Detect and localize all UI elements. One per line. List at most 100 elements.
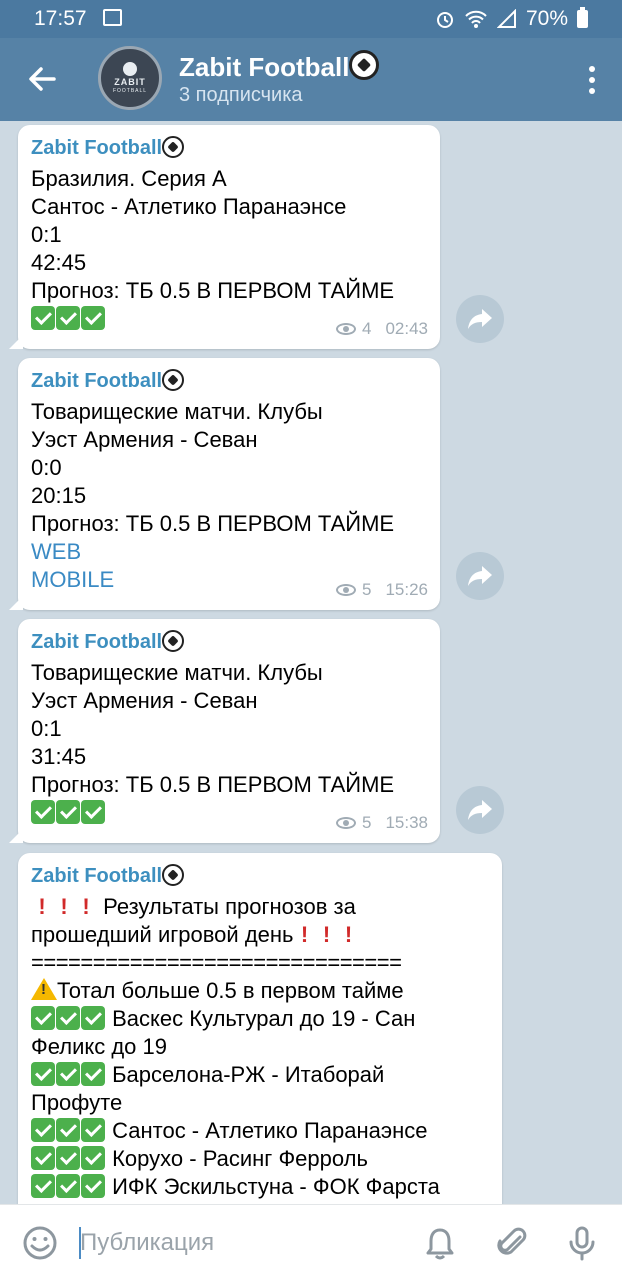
message-line: 0:1 <box>31 716 62 741</box>
bell-icon[interactable] <box>422 1225 458 1261</box>
view-count: 4 <box>361 319 372 338</box>
message-line: Уэст Армения - Севан <box>31 688 258 713</box>
message-line: 0:0 <box>31 455 62 480</box>
exclamation-icon: ! <box>300 922 309 947</box>
share-button[interactable] <box>456 295 504 343</box>
soccer-ball-icon <box>162 136 185 158</box>
result-item: ИФК Эскильстуна - ФОК Фарста <box>31 1173 489 1201</box>
exclamation-icon: ! <box>60 894 68 919</box>
check-icon <box>31 1118 55 1142</box>
message-author[interactable]: Zabit Football <box>31 863 489 889</box>
result-item: Барселона-РЖ - Итаборай <box>31 1061 489 1089</box>
message-author[interactable]: Zabit Football <box>31 629 427 655</box>
share-button[interactable] <box>456 552 504 600</box>
wifi-icon <box>465 10 487 28</box>
check-icon <box>81 1062 105 1086</box>
exclamation-icon: ! <box>322 922 331 947</box>
exclamation-icon: ! <box>38 894 46 919</box>
share-arrow-icon <box>468 309 492 329</box>
ball-logo-icon <box>123 62 137 76</box>
chat-area[interactable]: Zabit Football Бразилия. Серия А Сантос … <box>0 121 622 1204</box>
check-icon <box>81 1006 105 1030</box>
view-count: 5 <box>361 580 372 599</box>
exclamation-icon: ! <box>82 894 90 919</box>
check-icon <box>31 306 55 330</box>
check-icon <box>56 1174 80 1198</box>
share-arrow-icon <box>468 566 492 586</box>
status-bar: 17:57 70% <box>0 0 622 38</box>
check-icon <box>56 1062 80 1086</box>
check-icon <box>31 1006 55 1030</box>
check-icon <box>81 306 105 330</box>
check-icon <box>56 306 80 330</box>
check-icon <box>31 800 55 824</box>
message-line: Уэст Армения - Севан <box>31 427 258 452</box>
message-line: 42:45 <box>31 250 87 275</box>
message-line: Прогноз: ТБ 0.5 В ПЕРВОМ ТАЙМЕ <box>31 278 395 303</box>
channel-header: ZABIT FOOTBALL Zabit Football 3 подписчи… <box>0 38 622 121</box>
attach-icon[interactable] <box>494 1225 530 1261</box>
emoji-icon[interactable] <box>22 1225 58 1261</box>
check-icon <box>31 1174 55 1198</box>
exclamation-icon: ! <box>344 922 353 947</box>
result-item-cont: Феликс до 19 <box>31 1034 167 1059</box>
soccer-ball-icon <box>349 50 380 80</box>
message-line: Прогноз: ТБ 0.5 В ПЕРВОМ ТАЙМЕ <box>31 772 395 797</box>
check-icon <box>81 1174 105 1198</box>
message-time: 02:43 <box>385 319 428 338</box>
subscriber-count: 3 подписчика <box>179 84 303 106</box>
input-bar: Публикация <box>0 1204 622 1281</box>
views-icon <box>335 817 356 829</box>
gallery-icon <box>103 9 122 26</box>
message-bubble[interactable]: Zabit Football Бразилия. Серия А Сантос … <box>9 125 440 349</box>
separator: ============================== <box>31 950 402 975</box>
message-meta: 4 02:43 <box>335 315 428 343</box>
microphone-icon[interactable] <box>564 1225 600 1261</box>
views-icon <box>335 323 356 335</box>
message-bubble[interactable]: Zabit Football !!! Результаты прогнозов … <box>18 853 502 1204</box>
back-arrow-icon[interactable] <box>24 61 60 97</box>
message-author[interactable]: Zabit Football <box>31 368 427 394</box>
result-item: Васкес Культурал до 19 - Сан <box>31 1005 489 1033</box>
message-meta: 5 15:38 <box>335 809 428 837</box>
soccer-ball-icon <box>162 864 185 886</box>
check-icon <box>81 800 105 824</box>
message-line: 20:15 <box>31 483 87 508</box>
more-menu-icon[interactable] <box>588 66 596 94</box>
message-line: Прогноз: ТБ 0.5 В ПЕРВОМ ТАЙМЕ <box>31 511 395 536</box>
message-line: Сантос - Атлетико Паранаэнсе <box>31 194 347 219</box>
check-icon <box>56 1006 80 1030</box>
result-item-cont: Профуте <box>31 1090 123 1115</box>
bubble-tail <box>9 829 23 843</box>
status-time: 17:57 <box>34 7 87 30</box>
message-time: 15:26 <box>385 580 428 599</box>
share-arrow-icon <box>468 800 492 820</box>
message-line: Бразилия. Серия А <box>31 166 227 191</box>
avatar-logo-sub: FOOTBALL <box>112 88 148 94</box>
battery-percent: 70% <box>525 7 568 30</box>
message-line: 31:45 <box>31 744 87 769</box>
check-icon <box>31 1062 55 1086</box>
message-input[interactable]: Публикация <box>80 1229 214 1257</box>
share-button[interactable] <box>456 786 504 834</box>
results-headline: !!! Результаты прогнозов за <box>31 893 489 921</box>
check-icon <box>56 1146 80 1170</box>
battery-icon <box>577 7 588 28</box>
results-headline: прошедший игровой день!!! <box>31 921 489 949</box>
web-link[interactable]: WEB <box>31 538 427 566</box>
result-item: Корухо - Расинг Ферроль <box>31 1145 489 1173</box>
message-time: 15:38 <box>385 813 428 832</box>
message-author[interactable]: Zabit Football <box>31 135 427 161</box>
avatar-logo-name: ZABIT <box>114 77 146 87</box>
message-bubble[interactable]: Zabit Football Товарищеские матчи. Клубы… <box>9 619 440 843</box>
message-line: 0:1 <box>31 222 62 247</box>
message-line: Товарищеские матчи. Клубы <box>31 660 323 685</box>
channel-avatar[interactable]: ZABIT FOOTBALL <box>98 46 162 110</box>
bubble-tail <box>9 596 23 610</box>
status-right: 70% <box>435 7 588 31</box>
check-icon <box>56 1118 80 1142</box>
soccer-ball-icon <box>162 369 185 391</box>
channel-title[interactable]: Zabit Football <box>179 50 380 83</box>
views-icon <box>335 584 356 596</box>
message-bubble[interactable]: Zabit Football Товарищеские матчи. Клубы… <box>9 358 440 610</box>
